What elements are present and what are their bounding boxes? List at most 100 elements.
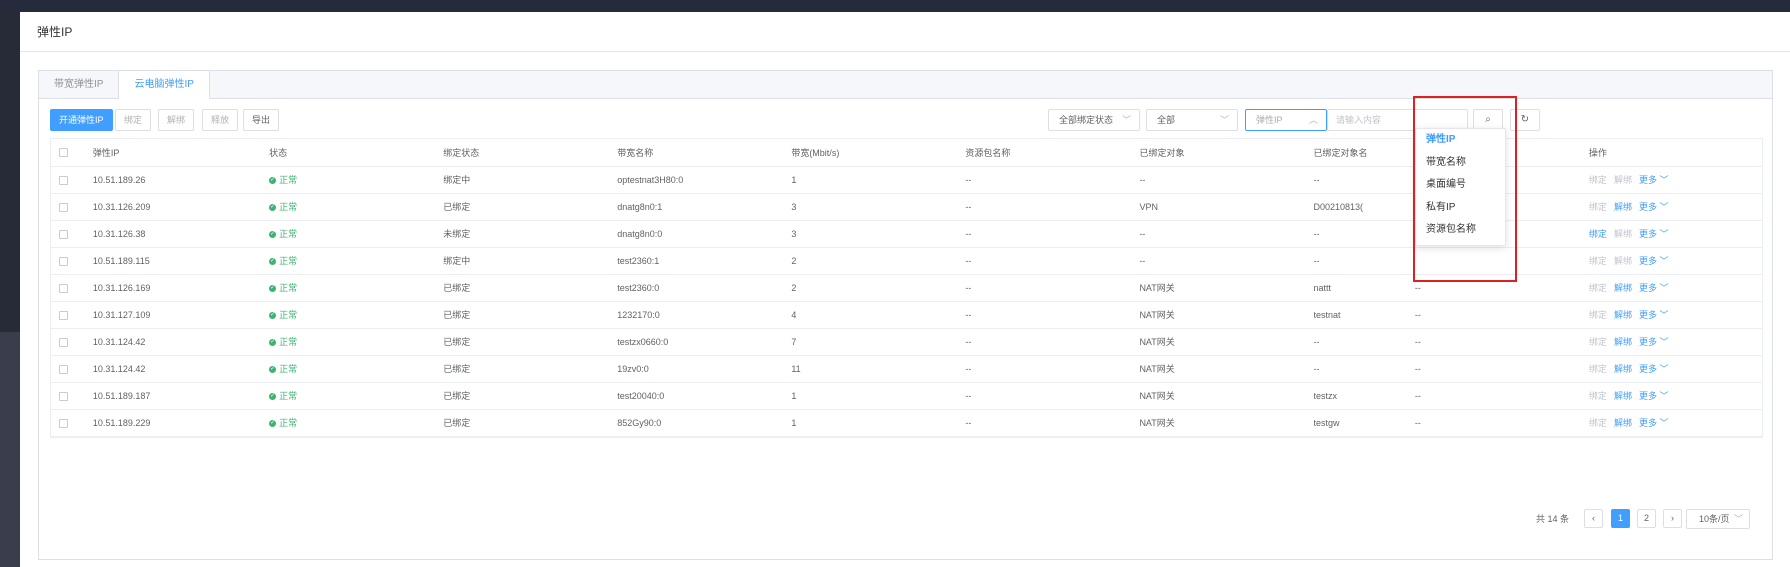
row-more-action[interactable]: 更多 ﹀ <box>1639 173 1669 186</box>
select-all-checkbox[interactable] <box>59 148 68 158</box>
row-checkbox[interactable] <box>59 364 68 374</box>
row-more-action[interactable]: 更多 ﹀ <box>1639 281 1669 294</box>
row-checkbox[interactable] <box>59 175 68 185</box>
dropdown-option-package-name[interactable]: 资源包名称 <box>1416 219 1505 242</box>
table-row[interactable]: 10.51.189.115 ✓ 正常 绑定中 test2360:1 2 -- -- -- 绑定 解绑… <box>51 247 1762 275</box>
row-unbind-action[interactable]: 解绑 <box>1614 227 1632 240</box>
row-unbind-action[interactable]: 解绑 <box>1614 362 1632 375</box>
row-bind-action[interactable]: 绑定 <box>1589 227 1607 240</box>
col-header-status[interactable]: 状态 <box>269 139 444 167</box>
row-more-action[interactable]: 更多 ﹀ <box>1639 362 1669 375</box>
bind-state-select[interactable]: 全部绑定状态 ﹀ <box>1048 109 1140 131</box>
cell-package-name: -- <box>965 166 1140 194</box>
cell-bind-state: 绑定中 <box>443 166 618 194</box>
chevron-down-icon: ﹀ <box>1659 391 1669 401</box>
row-unbind-action[interactable]: 解绑 <box>1614 254 1632 267</box>
row-unbind-action[interactable]: 解绑 <box>1614 416 1632 429</box>
row-checkbox[interactable] <box>59 256 68 266</box>
col-header-bound-object[interactable]: 已绑定对象 <box>1139 139 1314 167</box>
col-header-bandwidth[interactable]: 带宽(Mbit/s) <box>791 139 966 167</box>
cell-bound-object: VPN <box>1139 193 1314 221</box>
tab-bandwidth-eip[interactable]: 带宽弹性IP <box>39 71 120 98</box>
export-button[interactable]: 导出 <box>243 109 280 131</box>
table-row[interactable]: 10.51.189.229 ✓ 正常 已绑定 852Gy90:0 1 -- NAT网关 test… <box>51 409 1762 437</box>
row-checkbox[interactable] <box>59 418 68 428</box>
row-unbind-action[interactable]: 解绑 <box>1614 281 1632 294</box>
row-checkbox[interactable] <box>59 391 68 401</box>
page-1-button[interactable]: 1 <box>1611 509 1630 528</box>
row-bind-action[interactable]: 绑定 <box>1589 362 1607 375</box>
row-more-action[interactable]: 更多 ﹀ <box>1639 389 1669 402</box>
table-row[interactable]: 10.31.124.42 ✓ 正常 已绑定 testzx0660:0 7 -- NAT网关 --… <box>51 328 1762 356</box>
status-text: 正常 <box>279 391 298 401</box>
chevron-right-icon: › <box>1671 513 1674 523</box>
col-header-eip[interactable]: 弹性IP <box>92 139 270 167</box>
release-button[interactable]: 释放 <box>202 109 239 131</box>
row-bind-action[interactable]: 绑定 <box>1589 281 1607 294</box>
tab-cloud-pc-eip[interactable]: 云电脑弹性IP <box>119 71 210 99</box>
row-bind-action[interactable]: 绑定 <box>1589 254 1607 267</box>
cell-eip: 10.51.189.26 <box>92 166 270 194</box>
col-header-bandwidth-name[interactable]: 带宽名称 <box>617 139 792 167</box>
cell-extra: -- <box>1414 382 1589 410</box>
refresh-button[interactable]: ↻ <box>1510 109 1540 131</box>
row-more-action[interactable]: 更多 ﹀ <box>1639 227 1669 240</box>
cell-package-name: -- <box>965 328 1140 356</box>
bind-button[interactable]: 绑定 <box>115 109 152 131</box>
row-checkbox[interactable] <box>59 310 68 320</box>
more-label: 更多 <box>1638 364 1657 374</box>
row-bind-action[interactable]: 绑定 <box>1589 335 1607 348</box>
prev-page-button[interactable]: ‹ <box>1584 509 1603 528</box>
row-unbind-action[interactable]: 解绑 <box>1614 173 1632 186</box>
row-unbind-action[interactable]: 解绑 <box>1614 308 1632 321</box>
row-checkbox[interactable] <box>59 283 68 293</box>
chevron-down-icon: ﹀ <box>1659 310 1669 320</box>
row-bind-action[interactable]: 绑定 <box>1589 389 1607 402</box>
search-field-select[interactable]: 弹性IP ︿ <box>1245 109 1327 131</box>
col-header-actions: 操作 <box>1588 139 1762 167</box>
row-more-action[interactable]: 更多 ﹀ <box>1639 200 1669 213</box>
row-checkbox[interactable] <box>59 202 68 212</box>
cell-bound-object-name: testnat <box>1313 301 1415 329</box>
cell-bandwidth: 7 <box>791 328 966 356</box>
more-label: 更多 <box>1638 310 1657 320</box>
col-header-package-name[interactable]: 资源包名称 <box>965 139 1140 167</box>
all-select[interactable]: 全部 ﹀ <box>1146 109 1238 131</box>
page-size-select[interactable]: 10条/页 ﹀ <box>1686 509 1750 529</box>
create-eip-button[interactable]: 开通弹性IP <box>50 109 113 131</box>
row-unbind-action[interactable]: 解绑 <box>1614 335 1632 348</box>
cell-bandwidth-name: test20040:0 <box>617 382 792 410</box>
cell-actions: 绑定 解绑 更多 ﹀ <box>1588 247 1762 275</box>
dropdown-option-bandwidth-name[interactable]: 带宽名称 <box>1416 152 1505 175</box>
table-row[interactable]: 10.51.189.187 ✓ 正常 已绑定 test20040:0 1 -- NAT网关 te… <box>51 382 1762 410</box>
unbind-button[interactable]: 解绑 <box>158 109 195 131</box>
total-count: 共 14 条 <box>1536 514 1570 524</box>
table-row[interactable]: 10.31.127.109 ✓ 正常 已绑定 1232170:0 4 -- NAT网关 test… <box>51 301 1762 329</box>
col-header-bound-object-name[interactable]: 已绑定对象名 <box>1313 139 1415 167</box>
row-more-action[interactable]: 更多 ﹀ <box>1639 335 1669 348</box>
row-more-action[interactable]: 更多 ﹀ <box>1639 308 1669 321</box>
row-more-action[interactable]: 更多 ﹀ <box>1639 416 1669 429</box>
dropdown-option-private-ip[interactable]: 私有IP <box>1416 197 1505 220</box>
row-checkbox[interactable] <box>59 229 68 239</box>
dropdown-option-desktop-id[interactable]: 桌面编号 <box>1416 174 1505 197</box>
next-page-button[interactable]: › <box>1663 509 1682 528</box>
dropdown-option-eip[interactable]: 弹性IP <box>1416 129 1505 152</box>
col-header-bind-state[interactable]: 绑定状态 <box>443 139 618 167</box>
table-row[interactable]: 10.31.124.42 ✓ 正常 已绑定 19zv0:0 11 -- NAT网关 -- -- 绑定… <box>51 355 1762 383</box>
page-2-button[interactable]: 2 <box>1637 509 1656 528</box>
row-bind-action[interactable]: 绑定 <box>1589 416 1607 429</box>
cell-extra: -- <box>1414 355 1589 383</box>
cell-bound-object-name: -- <box>1313 166 1415 194</box>
row-bind-action[interactable]: 绑定 <box>1589 200 1607 213</box>
check-circle-icon: ✓ <box>269 285 277 293</box>
table-row[interactable]: 10.31.126.169 ✓ 正常 已绑定 test2360:0 2 -- NAT网关 nat… <box>51 274 1762 302</box>
row-more-action[interactable]: 更多 ﹀ <box>1639 254 1669 267</box>
status-text: 正常 <box>279 364 298 374</box>
row-unbind-action[interactable]: 解绑 <box>1614 200 1632 213</box>
row-bind-action[interactable]: 绑定 <box>1589 308 1607 321</box>
row-checkbox[interactable] <box>59 337 68 347</box>
row-bind-action[interactable]: 绑定 <box>1589 173 1607 186</box>
cell-package-name: -- <box>965 301 1140 329</box>
row-unbind-action[interactable]: 解绑 <box>1614 389 1632 402</box>
